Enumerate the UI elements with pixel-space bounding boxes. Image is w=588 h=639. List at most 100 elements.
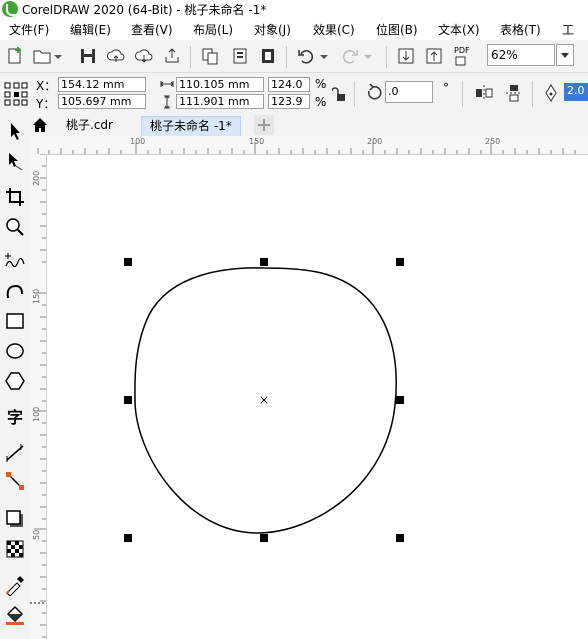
- height-input[interactable]: 111.901 mm: [176, 94, 264, 109]
- save-icon[interactable]: [78, 46, 98, 66]
- scale-width-percent: %: [315, 77, 327, 91]
- zoom-dropdown-icon[interactable]: [556, 44, 574, 66]
- selection-handle-left[interactable]: [124, 396, 132, 404]
- vertical-ruler[interactable]: 200 150 100 50: [30, 154, 47, 639]
- transparency-tool-icon[interactable]: [4, 538, 26, 560]
- open-folder-icon[interactable]: [32, 46, 52, 66]
- selection-handle-top[interactable]: [260, 258, 268, 266]
- paste-icon[interactable]: [230, 46, 250, 66]
- outline-pen-icon[interactable]: [543, 83, 559, 103]
- menu-bitmaps[interactable]: 位图(B): [376, 21, 418, 38]
- outline-width-input[interactable]: 2.0: [564, 83, 588, 101]
- redo-icon[interactable]: [340, 46, 360, 66]
- open-dropdown-icon[interactable]: [52, 46, 64, 66]
- rotation-input[interactable]: .0: [385, 81, 433, 103]
- scale-height-input[interactable]: 123.9: [268, 94, 310, 109]
- scale-width-input[interactable]: 124.0: [268, 77, 310, 92]
- ruler-h-label: 200: [367, 137, 383, 146]
- undo-dropdown-icon[interactable]: [318, 46, 330, 66]
- rectangle-tool-icon[interactable]: [4, 310, 26, 332]
- menu-object[interactable]: 对象(J): [254, 21, 291, 38]
- ruler-v-label: 150: [32, 288, 41, 304]
- vertical-ruler-ticks: [30, 154, 46, 638]
- x-label: X：: [36, 79, 57, 93]
- mirror-vertical-icon[interactable]: [504, 83, 524, 103]
- freehand-tool-icon[interactable]: [4, 250, 26, 272]
- horizontal-ruler-ticks: [37, 142, 576, 154]
- copy-icon[interactable]: [200, 46, 220, 66]
- menu-layout[interactable]: 布局(L): [193, 21, 233, 38]
- x-position-input[interactable]: 154.12 mm: [58, 77, 146, 92]
- toolbox: 字: [0, 114, 31, 639]
- propbar-separator: [532, 81, 533, 107]
- eyedropper-tool-icon[interactable]: [4, 574, 26, 596]
- toolbar-separator: [190, 46, 191, 68]
- selection-handle-bottom[interactable]: [260, 534, 268, 542]
- degree-symbol: °: [443, 81, 449, 95]
- rotation-icon: [368, 83, 382, 100]
- selection-handle-bottom-right[interactable]: [396, 534, 404, 542]
- y-position-input[interactable]: 105.697 mm: [58, 94, 146, 109]
- object-origin-icon[interactable]: [4, 82, 28, 106]
- clipboard-icon[interactable]: [258, 46, 278, 66]
- propbar-separator: [462, 81, 463, 107]
- width-input[interactable]: 110.105 mm: [176, 77, 264, 92]
- scale-height-percent: %: [315, 95, 327, 109]
- center-mark-icon[interactable]: [260, 396, 268, 404]
- publish-icon[interactable]: [162, 46, 182, 66]
- height-icon: [164, 95, 170, 109]
- menu-tools[interactable]: 工: [562, 21, 574, 38]
- selection-handle-right[interactable]: [396, 396, 404, 404]
- tab-document-untitled[interactable]: 桃子未命名 -1*: [141, 116, 241, 136]
- pick-tool-icon[interactable]: [4, 120, 26, 142]
- pdf-icon: [455, 56, 466, 66]
- fill-tool-icon[interactable]: [4, 604, 26, 626]
- cloud-upload-icon[interactable]: [106, 46, 126, 66]
- menu-table[interactable]: 表格(T): [500, 21, 541, 38]
- connector-tool-icon[interactable]: [4, 470, 26, 492]
- propbar-separator: [354, 81, 355, 107]
- tab-document-peach[interactable]: 桃子.cdr: [58, 116, 121, 135]
- crop-tool-icon[interactable]: [4, 186, 26, 208]
- title-bar: CorelDRAW 2020 (64-Bit) - 桃子未命名 -1*: [0, 0, 588, 18]
- drawing-canvas[interactable]: [47, 155, 588, 639]
- artistic-media-icon[interactable]: [4, 280, 26, 302]
- ruler-h-label: 100: [130, 137, 146, 146]
- blob-shape[interactable]: [134, 267, 397, 534]
- zoom-level-input[interactable]: 62%: [487, 44, 555, 66]
- menu-file[interactable]: 文件(F): [9, 21, 49, 38]
- selection-handle-top-right[interactable]: [396, 258, 404, 266]
- add-tab-icon[interactable]: [254, 115, 274, 135]
- menu-effects[interactable]: 效果(C): [313, 21, 355, 38]
- cloud-download-icon[interactable]: [134, 46, 154, 66]
- mirror-horizontal-icon[interactable]: [474, 83, 494, 103]
- menu-edit[interactable]: 编辑(E): [70, 21, 111, 38]
- zoom-tool-icon[interactable]: [4, 216, 26, 238]
- text-tool-icon[interactable]: 字: [4, 404, 26, 427]
- selection-handle-top-left[interactable]: [124, 258, 132, 266]
- ruler-h-label: 250: [485, 137, 501, 146]
- y-label: Y：: [36, 97, 56, 111]
- home-icon[interactable]: [32, 117, 48, 133]
- ruler-h-label: 150: [249, 137, 265, 146]
- import-icon[interactable]: [396, 46, 416, 66]
- export-icon[interactable]: [424, 46, 444, 66]
- redo-dropdown-icon[interactable]: [362, 46, 374, 66]
- shape-tool-icon[interactable]: [4, 150, 26, 172]
- dimension-tool-icon[interactable]: [4, 442, 26, 464]
- window-title: CorelDRAW 2020 (64-Bit) - 桃子未命名 -1*: [22, 3, 267, 17]
- export-pdf-button[interactable]: PDF: [452, 44, 476, 68]
- selection-handle-bottom-left[interactable]: [124, 534, 132, 542]
- menu-text[interactable]: 文本(X): [438, 21, 480, 38]
- toolbar-separator: [286, 46, 287, 68]
- drop-shadow-tool-icon[interactable]: [4, 508, 26, 530]
- pdf-label: PDF: [454, 46, 470, 55]
- lock-ratio-icon[interactable]: [332, 86, 346, 102]
- undo-icon[interactable]: [296, 46, 316, 66]
- new-document-icon[interactable]: [6, 46, 26, 66]
- polygon-tool-icon[interactable]: [4, 370, 26, 392]
- ellipse-tool-icon[interactable]: [4, 340, 26, 362]
- horizontal-ruler[interactable]: 100 150 200 250: [30, 136, 588, 155]
- menu-view[interactable]: 查看(V): [131, 21, 173, 38]
- ruler-v-label: 50: [32, 529, 41, 540]
